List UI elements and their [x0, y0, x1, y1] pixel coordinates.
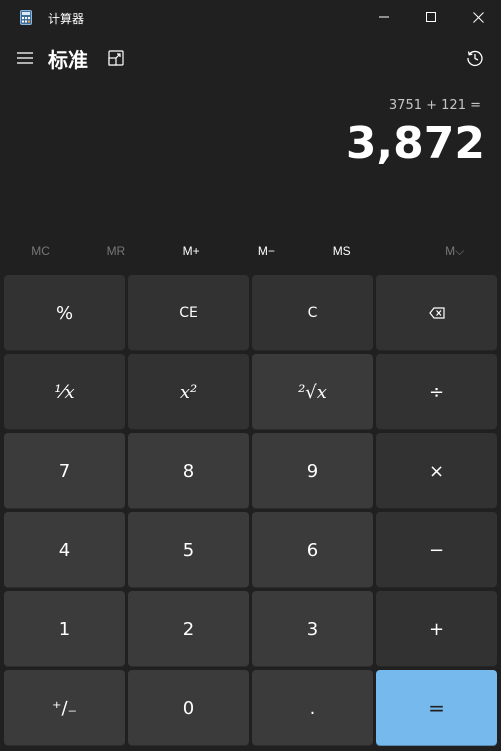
window-title: 计算器: [48, 12, 85, 26]
history-button[interactable]: [460, 43, 490, 73]
close-button[interactable]: [455, 0, 501, 34]
title-bar: 计算器: [0, 0, 501, 36]
digit-6-button[interactable]: 6: [252, 512, 373, 588]
minus-button[interactable]: −: [376, 512, 497, 588]
digit-1-button[interactable]: 1: [4, 591, 125, 667]
backspace-button[interactable]: [376, 275, 497, 351]
backspace-icon: [428, 307, 445, 319]
calculator-icon: [20, 10, 32, 25]
close-icon: [472, 11, 484, 23]
digit-3-button[interactable]: 3: [252, 591, 373, 667]
square-button[interactable]: x²: [128, 354, 249, 430]
memory-store-button[interactable]: MS: [304, 238, 379, 264]
equals-button[interactable]: =: [376, 670, 497, 746]
keep-on-top-button[interactable]: [102, 44, 130, 72]
percent-button[interactable]: %: [4, 275, 125, 351]
memory-clear-button[interactable]: MC: [3, 238, 78, 264]
negate-button[interactable]: ⁺∕₋: [4, 670, 125, 746]
expression-display: 3751 + 121 =: [388, 98, 481, 113]
reciprocal-button[interactable]: ¹⁄x: [4, 354, 125, 430]
digit-9-button[interactable]: 9: [252, 433, 373, 509]
maximize-button[interactable]: [408, 0, 454, 34]
plus-button[interactable]: +: [376, 591, 497, 667]
decimal-button[interactable]: .: [252, 670, 373, 746]
memory-recall-button[interactable]: MR: [78, 238, 153, 264]
digit-0-button[interactable]: 0: [128, 670, 249, 746]
digit-5-button[interactable]: 5: [128, 512, 249, 588]
header: 标准: [0, 36, 501, 82]
minimize-button[interactable]: [361, 0, 407, 34]
digit-8-button[interactable]: 8: [128, 433, 249, 509]
keep-on-top-icon: [108, 50, 124, 66]
digit-4-button[interactable]: 4: [4, 512, 125, 588]
memory-list-button[interactable]: M⌵: [412, 238, 497, 264]
maximize-icon: [426, 12, 436, 22]
memory-subtract-button[interactable]: M−: [229, 238, 304, 264]
clear-button[interactable]: C: [252, 275, 373, 351]
clear-entry-button[interactable]: CE: [128, 275, 249, 351]
keypad: % CE C ¹⁄x x² ²√x ÷ 7 8 9 × 4 5 6 − 1 2 …: [4, 275, 497, 747]
mode-title: 标准: [48, 48, 88, 72]
result-display: 3,872: [345, 118, 485, 169]
digit-2-button[interactable]: 2: [128, 591, 249, 667]
minimize-icon: [379, 16, 389, 18]
memory-row: MC MR M+ M− MS M⌵: [3, 238, 497, 264]
calculator-window: 计算器 标准 3751 + 121 = 3,872 MC MR M+ M− MS…: [0, 0, 501, 751]
history-icon: [467, 50, 483, 67]
digit-7-button[interactable]: 7: [4, 433, 125, 509]
multiply-button[interactable]: ×: [376, 433, 497, 509]
memory-add-button[interactable]: M+: [154, 238, 229, 264]
square-root-button[interactable]: ²√x: [252, 354, 373, 430]
hamburger-icon: [17, 52, 33, 64]
divide-button[interactable]: ÷: [376, 354, 497, 430]
navigation-menu-button[interactable]: [10, 43, 40, 73]
